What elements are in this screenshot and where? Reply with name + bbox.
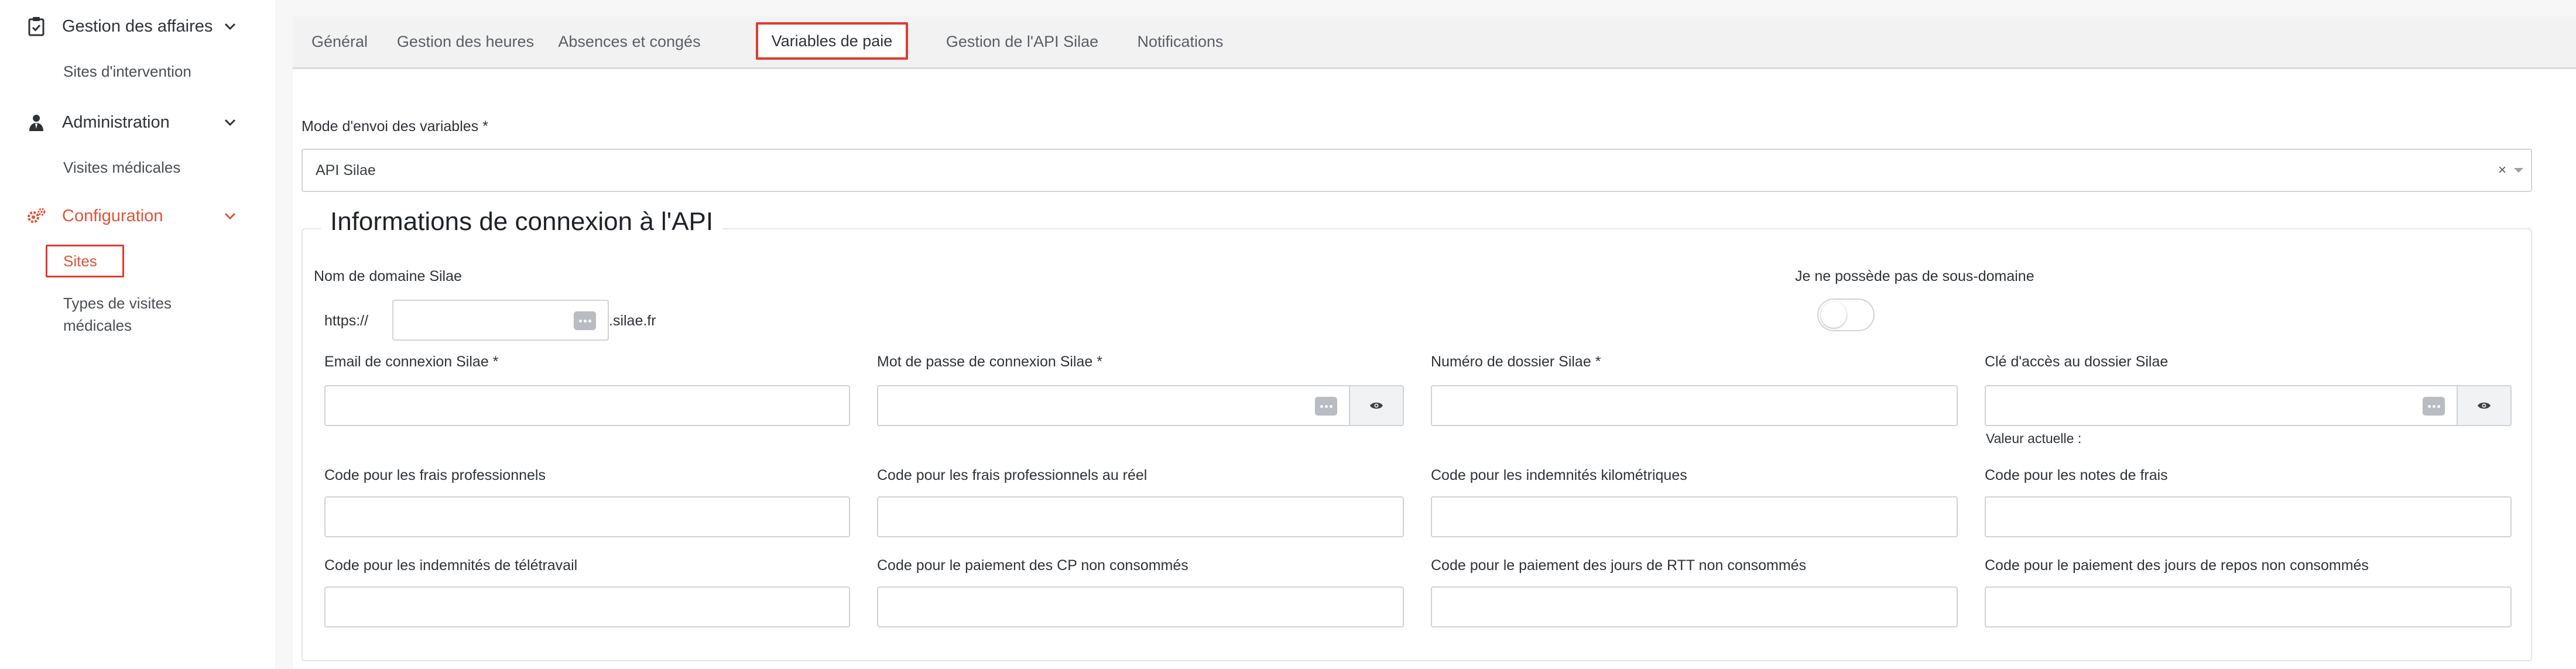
code-notes-frais-label: Code pour les notes de frais [1985,467,2168,483]
tab-general[interactable]: Général [293,16,386,67]
tab-variables-paie[interactable]: Variables de paie [756,22,908,60]
code-frais-reel-input[interactable] [877,496,1404,537]
password-label: Mot de passe de connexion Silae * [877,354,1102,370]
clipboard-check-icon [26,16,47,37]
show-access-key-button[interactable] [2458,385,2512,426]
chevron-down-icon [221,18,239,35]
domain-label: Nom de domaine Silae [314,268,462,284]
eye-icon [2478,402,2491,409]
code-frais-pro-label: Code pour les frais professionnels [324,467,546,483]
tab-gestion-heures[interactable]: Gestion des heures [386,16,544,67]
sidebar-group-gestion-affaires[interactable]: Gestion des affaires [0,12,275,41]
sidebar-item-visites-medicales[interactable]: Visites médicales [63,156,180,179]
access-key-input[interactable] [1985,385,2458,426]
code-cp-input[interactable] [877,586,1404,627]
code-teletravail-input[interactable] [324,586,850,627]
chevron-down-icon [221,114,239,131]
select-value: API Silae [316,162,376,179]
code-repos-input[interactable] [1985,586,2512,627]
tab-absences-conges[interactable]: Absences et congés [544,16,714,67]
code-ik-label: Code pour les indemnités kilométriques [1431,467,1687,483]
more-icon[interactable] [1315,397,1337,416]
no-subdomain-toggle[interactable] [1817,299,1875,331]
sidebar-group-administration[interactable]: Administration [0,108,275,137]
code-notes-frais-input[interactable] [1985,496,2512,537]
gears-icon [26,205,47,227]
code-cp-label: Code pour le paiement des CP non consomm… [877,557,1188,574]
sidebar: Gestion des affaires Sites d'interventio… [0,0,275,669]
sidebar-item-types-visites[interactable]: Types de visites [63,291,172,315]
caret-down-icon [2513,150,2524,191]
eye-icon [1370,402,1383,409]
code-repos-label: Code pour le paiement des jours de repos… [1985,557,2369,574]
current-value-label: Valeur actuelle : [1986,431,2082,446]
variables-paie-panel: Mode d'envoi des variables * API Silae ×… [293,69,2576,669]
chevron-down-icon [221,207,239,225]
sidebar-group-label: Gestion des affaires [62,16,213,36]
code-rtt-input[interactable] [1431,586,1958,627]
more-icon[interactable] [2423,397,2445,416]
code-teletravail-label: Code pour les indemnités de télétravail [324,557,578,574]
code-rtt-label: Code pour le paiement des jours de RTT n… [1431,557,1807,574]
sidebar-item-types-visites-line2[interactable]: médicales [63,314,132,337]
sidebar-item-sites-intervention[interactable]: Sites d'intervention [63,60,191,83]
toggle-knob [1821,302,1847,328]
sidebar-group-label: Administration [62,112,170,132]
show-password-button[interactable] [1350,385,1404,426]
code-frais-reel-label: Code pour les frais professionnels au ré… [877,467,1147,483]
password-input[interactable] [877,385,1350,426]
sidebar-group-label: Configuration [62,206,163,225]
tab-gestion-api-silae[interactable]: Gestion de l'API Silae [923,16,1122,67]
fieldset-title: Informations de connexion à l'API [321,207,723,236]
user-tie-icon [26,112,47,133]
access-key-label: Clé d'accès au dossier Silae [1985,354,2169,370]
mode-envoi-select[interactable]: API Silae × [302,149,2532,192]
dossier-label: Numéro de dossier Silae * [1431,354,1601,370]
no-subdomain-label: Je ne possède pas de sous-domaine [1795,268,2034,284]
mode-envoi-label: Mode d'envoi des variables * [302,118,488,135]
code-ik-input[interactable] [1431,496,1958,537]
clear-icon[interactable]: × [2498,150,2506,191]
tab-bar: Général Gestion des heures Absences et c… [293,16,2576,69]
main-content: Général Gestion des heures Absences et c… [275,0,2576,669]
domain-suffix: .silae.fr [609,313,656,329]
sidebar-group-configuration[interactable]: Configuration [0,201,275,231]
tab-notifications[interactable]: Notifications [1122,16,1239,67]
domain-prefix: https:// [324,313,369,329]
more-icon[interactable] [574,311,596,330]
code-frais-pro-input[interactable] [324,496,850,537]
email-input[interactable] [324,385,850,426]
domain-input[interactable] [392,300,609,341]
sidebar-item-sites[interactable]: Sites [63,249,97,273]
dossier-input[interactable] [1431,385,1958,426]
email-label: Email de connexion Silae * [324,354,499,370]
